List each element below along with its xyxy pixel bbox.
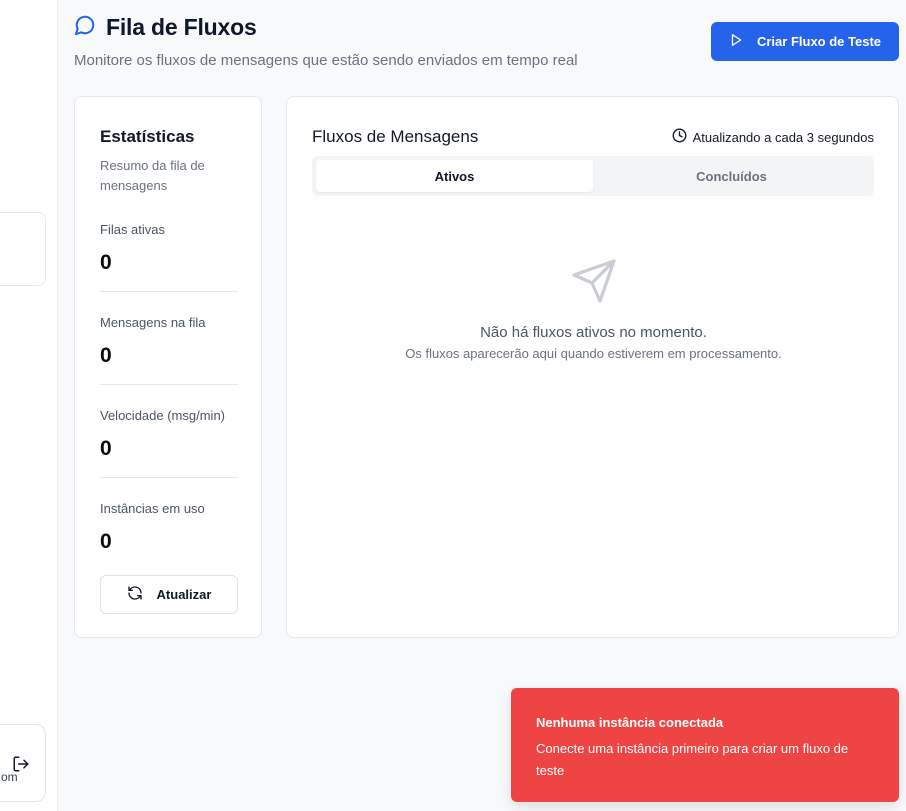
- sidebar: om: [0, 0, 58, 811]
- stat-queued-messages: Mensagens na fila 0: [100, 315, 238, 385]
- clock-icon: [672, 128, 687, 146]
- statistics-title: Estatísticas: [100, 127, 195, 146]
- auto-refresh-text: Atualizando a cada 3 segundos: [692, 129, 874, 145]
- stat-label: Filas ativas: [100, 222, 166, 237]
- stat-label: Velocidade (msg/min): [100, 408, 225, 423]
- flows-title: Fluxos de Mensagens: [312, 127, 479, 146]
- refresh-button[interactable]: Atualizar: [100, 575, 238, 614]
- stat-speed: Velocidade (msg/min) 0: [100, 408, 238, 478]
- refresh-icon: [127, 585, 143, 604]
- refresh-label: Atualizar: [156, 587, 212, 602]
- stat-label: Instâncias em uso: [100, 501, 205, 516]
- page-header: Fila de Fluxos: [74, 14, 257, 41]
- tab-completed[interactable]: Concluídos: [593, 160, 870, 192]
- divider: [100, 477, 238, 478]
- statistics-description: Resumo da fila de mensagens: [100, 158, 205, 193]
- stat-value: 0: [100, 344, 112, 367]
- page-title: Fila de Fluxos: [106, 14, 257, 40]
- toast-title: Nenhuma instância conectada: [536, 715, 724, 730]
- stat-value: 0: [100, 530, 112, 553]
- message-flows-card: Fluxos de Mensagens Atualizando a cada 3…: [286, 96, 899, 638]
- stat-value: 0: [100, 251, 112, 274]
- play-icon: [729, 33, 743, 50]
- tab-active[interactable]: Ativos: [316, 160, 593, 192]
- statistics-card: Estatísticas Resumo da fila de mensagens…: [74, 96, 262, 638]
- sidebar-card: [0, 212, 46, 286]
- error-toast[interactable]: Nenhuma instância conectada Conecte uma …: [511, 688, 899, 802]
- create-test-flow-button[interactable]: Criar Fluxo de Teste: [711, 22, 899, 61]
- stat-instances-in-use: Instâncias em uso 0: [100, 501, 238, 554]
- page-subtitle: Monitore os fluxos de mensagens que estã…: [74, 52, 578, 69]
- sidebar-user-card: om: [0, 724, 46, 802]
- stat-label: Mensagens na fila: [100, 315, 206, 330]
- empty-state: Não há fluxos ativos no momento. Os flux…: [287, 257, 900, 361]
- toast-message: Conecte uma instância primeiro para cria…: [536, 741, 849, 778]
- divider: [100, 291, 238, 292]
- divider: [100, 384, 238, 385]
- stat-value: 0: [100, 437, 112, 460]
- logout-icon[interactable]: [12, 755, 30, 773]
- message-circle-icon: [74, 14, 96, 41]
- flows-tabs: Ativos Concluídos: [312, 156, 874, 196]
- send-icon: [570, 257, 618, 305]
- stat-active-queues: Filas ativas 0: [100, 222, 238, 292]
- auto-refresh-note: Atualizando a cada 3 segundos: [672, 128, 874, 146]
- empty-state-title: Não há fluxos ativos no momento.: [480, 324, 707, 341]
- empty-state-subtitle: Os fluxos aparecerão aqui quando estiver…: [405, 346, 782, 361]
- create-test-flow-label: Criar Fluxo de Teste: [756, 34, 881, 49]
